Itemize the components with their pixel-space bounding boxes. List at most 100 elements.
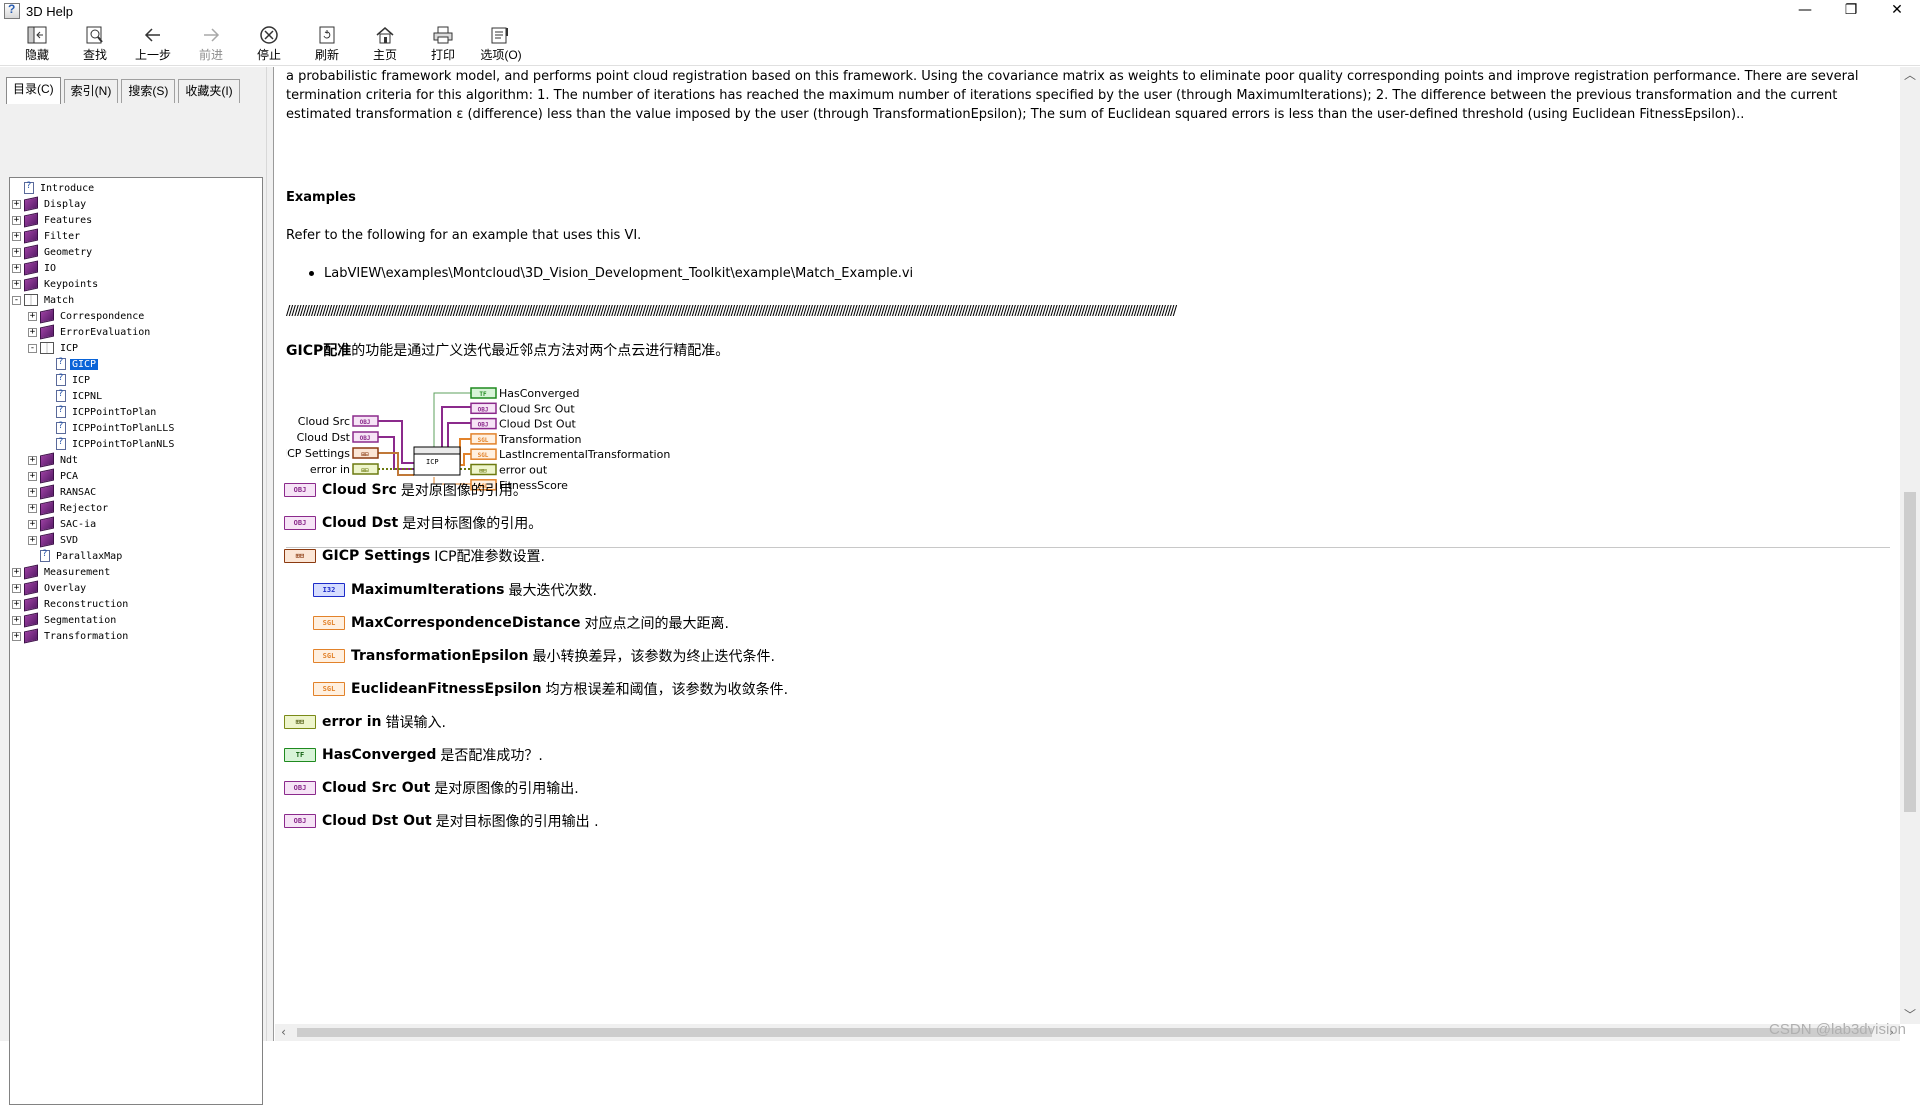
toolbar-button-print[interactable]: 打印 xyxy=(414,22,472,66)
tree-item-segmentation[interactable]: + Segmentation xyxy=(10,612,262,628)
tree-item-parallaxmap[interactable]: ParallaxMap xyxy=(10,548,262,564)
nav-tab-3[interactable]: 收藏夹(I) xyxy=(178,79,240,103)
tree-item-label: Reconstruction xyxy=(44,598,129,610)
vertical-scroll-thumb[interactable] xyxy=(1904,492,1916,812)
expand-icon[interactable]: + xyxy=(12,263,21,273)
nav-tab-1[interactable]: 索引(N) xyxy=(63,79,119,103)
datatype-tf-icon: TF xyxy=(284,748,316,762)
tree-item-ransac[interactable]: + RANSAC xyxy=(10,484,262,500)
navigation-pane: 目录(C)索引(N)搜索(S)收藏夹(I) Introduce+Display+… xyxy=(0,67,266,1105)
tree-item-measurement[interactable]: + Measurement xyxy=(10,564,262,580)
tree-item-label: ICP xyxy=(60,342,79,354)
tree-item-io[interactable]: + IO xyxy=(10,260,262,276)
tree-item-icpnl[interactable]: ICPNL xyxy=(10,388,262,404)
expand-icon[interactable]: + xyxy=(12,567,21,577)
tree-item-icppointtoplannls[interactable]: ICPPointToPlanNLS xyxy=(10,436,262,452)
horizontal-scroll-thumb[interactable] xyxy=(297,1028,1872,1037)
expand-icon[interactable]: + xyxy=(28,487,37,497)
tree-item-features[interactable]: + Features xyxy=(10,212,262,228)
horizontal-scrollbar[interactable]: ‹ › xyxy=(275,1024,1900,1041)
close-button[interactable]: ✕ xyxy=(1874,0,1920,22)
nav-tab-2[interactable]: 搜索(S) xyxy=(121,79,176,103)
find-icon xyxy=(84,25,106,45)
tree-item-svd[interactable]: + SVD xyxy=(10,532,262,548)
param-description: 最大迭代次数. xyxy=(508,583,597,599)
tree-item-overlay[interactable]: + Overlay xyxy=(10,580,262,596)
toolbar-button-find[interactable]: 查找 xyxy=(66,22,124,66)
vertical-scrollbar[interactable]: ︿ ﹀ xyxy=(1900,67,1920,1024)
datatype-i32-icon: I32 xyxy=(313,583,345,597)
help-page-icon xyxy=(56,421,66,434)
tree-item-label: Features xyxy=(44,214,93,226)
closed-book-icon xyxy=(24,628,38,644)
closed-book-icon xyxy=(40,324,54,340)
tree-item-errorevaluation[interactable]: + ErrorEvaluation xyxy=(10,324,262,340)
expand-icon[interactable]: + xyxy=(28,503,37,513)
expand-icon[interactable]: + xyxy=(12,631,21,641)
examples-refer-text: Refer to the following for an example th… xyxy=(286,228,642,243)
title-bar: 3D Help — ❐ ✕ xyxy=(0,0,1920,22)
param-maxcorrespondencedistance: SGL MaxCorrespondenceDistance 对应点之间的最大距离. xyxy=(313,613,729,633)
tree-item-geometry[interactable]: + Geometry xyxy=(10,244,262,260)
toolbar-button-stop[interactable]: 停止 xyxy=(240,22,298,66)
tree-item-correspondence[interactable]: + Correspondence xyxy=(10,308,262,324)
tree-item-transformation[interactable]: + Transformation xyxy=(10,628,262,644)
expand-icon[interactable]: + xyxy=(28,471,37,481)
param-error-in: ⊞⊟ error in 错误输入. xyxy=(284,712,446,732)
nav-tab-0[interactable]: 目录(C) xyxy=(6,77,61,104)
diagram-output-label: error out xyxy=(499,464,548,477)
expand-icon[interactable]: + xyxy=(28,535,37,545)
expand-icon[interactable]: + xyxy=(12,599,21,609)
expand-icon[interactable]: + xyxy=(28,327,37,337)
tree-item-label: Match xyxy=(44,294,75,306)
tree-item-match[interactable]: - Match xyxy=(10,292,262,308)
closed-book-icon xyxy=(40,532,54,548)
scroll-up-arrow-icon[interactable]: ︿ xyxy=(1900,67,1920,84)
tree-item-icp[interactable]: ICP xyxy=(10,372,262,388)
expand-icon[interactable]: + xyxy=(12,231,21,241)
tree-item-introduce[interactable]: Introduce xyxy=(10,180,262,196)
expand-icon[interactable]: + xyxy=(12,215,21,225)
tree-item-icp[interactable]: - ICP xyxy=(10,340,262,356)
param-name: EuclideanFitnessEpsilon xyxy=(351,681,542,697)
toolbar-button-back[interactable]: 上一步 xyxy=(124,22,182,66)
toolbar-button-label: 选项(O) xyxy=(480,48,522,62)
toolbar-button-hide[interactable]: 隐藏 xyxy=(8,22,66,66)
tree-item-label: Measurement xyxy=(44,566,111,578)
expand-icon[interactable]: + xyxy=(28,311,37,321)
restore-button[interactable]: ❐ xyxy=(1828,0,1874,22)
collapse-icon[interactable]: - xyxy=(12,295,21,305)
expand-icon[interactable]: + xyxy=(28,455,37,465)
toolbar-button-forward[interactable]: 前进 xyxy=(182,22,240,66)
expand-icon[interactable]: + xyxy=(12,279,21,289)
param-description: 错误输入. xyxy=(385,715,446,731)
tree-item-filter[interactable]: + Filter xyxy=(10,228,262,244)
description-paragraph: a probabilistic framework model, and per… xyxy=(286,69,1859,122)
tree-item-label: RANSAC xyxy=(60,486,97,498)
tree-item-ndt[interactable]: + Ndt xyxy=(10,452,262,468)
contents-tree[interactable]: Introduce + Display + Features + Filter + Geomet… xyxy=(9,177,263,1105)
toolbar-button-options[interactable]: 选项(O) xyxy=(472,22,530,66)
expand-icon[interactable]: + xyxy=(12,583,21,593)
datatype-sgl-icon: SGL xyxy=(313,616,345,630)
tree-item-display[interactable]: + Display xyxy=(10,196,262,212)
expand-icon[interactable]: + xyxy=(28,519,37,529)
tree-item-keypoints[interactable]: + Keypoints xyxy=(10,276,262,292)
tree-item-pca[interactable]: + PCA xyxy=(10,468,262,484)
expand-icon[interactable]: + xyxy=(12,247,21,257)
expand-icon[interactable]: + xyxy=(12,615,21,625)
toolbar-button-refresh[interactable]: 刷新 xyxy=(298,22,356,66)
toolbar-button-home[interactable]: 主页 xyxy=(356,22,414,66)
expand-icon[interactable]: + xyxy=(12,199,21,209)
minimize-button[interactable]: — xyxy=(1782,0,1828,22)
tree-item-sac-ia[interactable]: + SAC-ia xyxy=(10,516,262,532)
tree-item-icppointtoplanlls[interactable]: ICPPointToPlanLLS xyxy=(10,420,262,436)
closed-book-icon xyxy=(24,564,38,580)
tree-item-reconstruction[interactable]: + Reconstruction xyxy=(10,596,262,612)
tree-item-rejector[interactable]: + Rejector xyxy=(10,500,262,516)
pane-splitter[interactable] xyxy=(266,67,274,1041)
scroll-left-arrow-icon[interactable]: ‹ xyxy=(275,1024,292,1041)
collapse-icon[interactable]: - xyxy=(28,343,37,353)
tree-item-gicp[interactable]: GICP xyxy=(10,356,262,372)
tree-item-icppointtoplan[interactable]: ICPPointToPlan xyxy=(10,404,262,420)
